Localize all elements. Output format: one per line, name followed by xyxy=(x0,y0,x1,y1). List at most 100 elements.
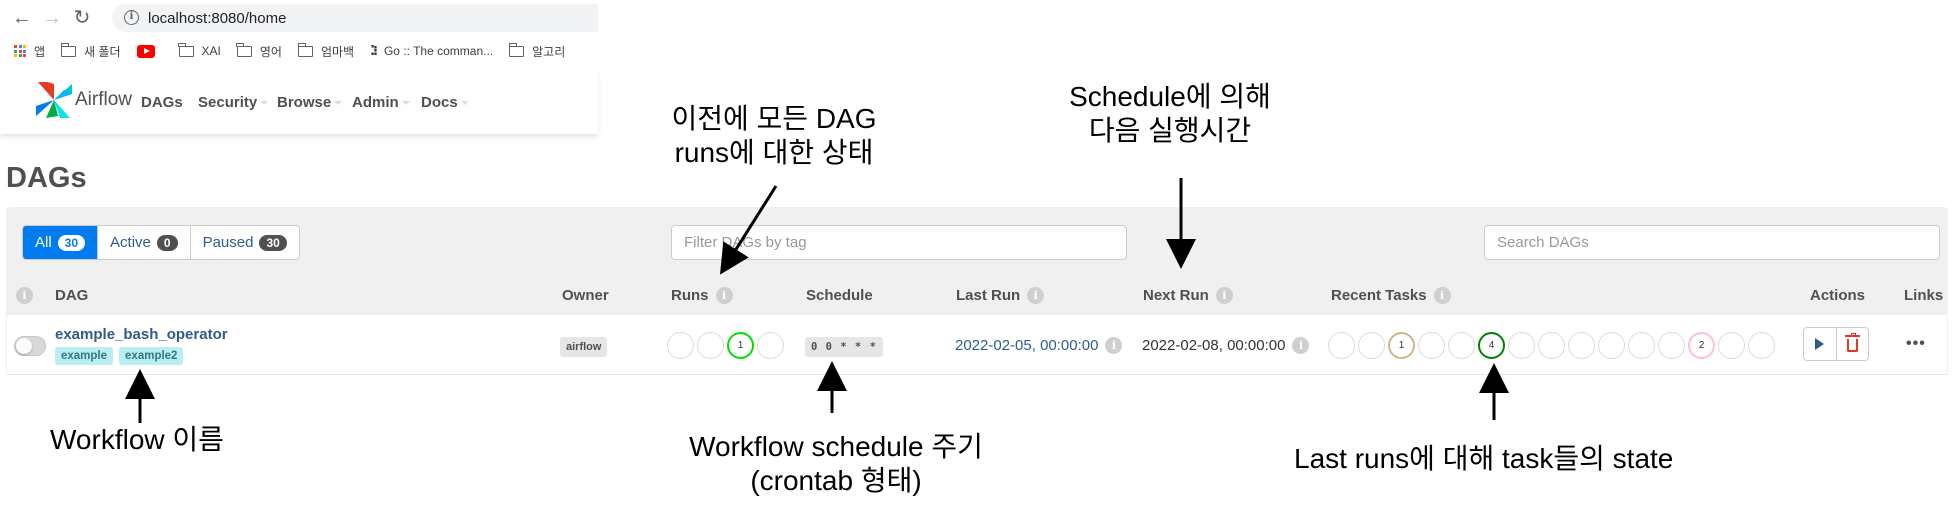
schedule-badge[interactable]: 0 0 * * * xyxy=(805,337,883,357)
search-dags-input[interactable] xyxy=(1484,225,1940,260)
task-state-circle[interactable] xyxy=(1658,332,1685,359)
apps-grid-icon xyxy=(14,45,26,57)
airflow-logo-icon[interactable] xyxy=(34,80,74,120)
dag-id-link[interactable]: example_bash_operator xyxy=(55,326,228,343)
last-run: 2022-02-05, 00:00:00 i xyxy=(955,337,1123,354)
brand-name[interactable]: Airflow xyxy=(75,89,132,111)
nav-label: DAGs xyxy=(141,94,183,111)
bookmark-youtube[interactable] xyxy=(136,44,163,58)
reload-icon[interactable]: ↻ xyxy=(70,6,94,30)
status-filter-all[interactable]: All 30 xyxy=(23,226,99,259)
task-state-circle[interactable] xyxy=(1598,332,1625,359)
task-state-circle[interactable]: 2 xyxy=(1688,332,1715,359)
run-state-circle[interactable] xyxy=(667,332,694,359)
bookmark-new-folder[interactable]: 새 폴더 xyxy=(60,42,121,60)
forward-arrow-icon[interactable]: → xyxy=(40,6,64,30)
bookmarks-bar: 앱 새 폴더 XAI 영어 엄마백 ⁚⁝ Go :: The comman...… xyxy=(0,38,581,64)
task-state-circle[interactable] xyxy=(1628,332,1655,359)
task-state-circle[interactable] xyxy=(1718,332,1745,359)
bookmark-algorithm[interactable]: 알고리 xyxy=(508,42,565,60)
task-state-circle[interactable]: 4 xyxy=(1478,332,1505,359)
select-all-info[interactable]: i xyxy=(16,287,33,304)
nav-docs[interactable]: Docs xyxy=(421,94,469,111)
info-icon[interactable]: i xyxy=(715,287,733,304)
annotation-line: 다음 실행시간 xyxy=(1088,115,1252,146)
annotation-line: runs에 대한 상태 xyxy=(674,137,874,168)
recent-tasks-status: 1 4 2 xyxy=(1328,332,1775,359)
task-state-circle[interactable] xyxy=(1538,332,1565,359)
run-state-circle[interactable]: 1 xyxy=(727,332,754,359)
dag-tag[interactable]: example2 xyxy=(119,347,184,365)
annotation-next-run: Schedule에 의해 다음 실행시간 xyxy=(1050,80,1290,148)
column-label: Last Run xyxy=(956,287,1021,304)
task-state-circle[interactable] xyxy=(1358,332,1385,359)
column-header-owner[interactable]: Owner xyxy=(562,287,609,304)
dag-tags: example example2 xyxy=(55,347,184,365)
info-icon[interactable]: i xyxy=(1215,287,1233,304)
task-state-circle[interactable] xyxy=(1748,332,1775,359)
column-header-dag[interactable]: DAG xyxy=(55,287,88,304)
annotation-line: Schedule에 의해 xyxy=(1069,81,1271,112)
column-header-links: Links xyxy=(1904,287,1943,304)
bookmark-xai[interactable]: XAI xyxy=(178,42,221,58)
status-filter-active[interactable]: Active 0 xyxy=(98,226,191,259)
dag-tag[interactable]: example xyxy=(55,347,114,365)
go-gopher-icon: ⁚⁝ xyxy=(370,43,378,58)
run-state-circle[interactable] xyxy=(757,332,784,359)
info-icon[interactable]: i xyxy=(1027,287,1045,304)
status-filter-paused[interactable]: Paused 30 xyxy=(191,226,299,259)
bookmark-mombag[interactable]: 엄마백 xyxy=(297,42,354,60)
last-run-link[interactable]: 2022-02-05, 00:00:00 xyxy=(955,337,1098,354)
browser-chrome: ← → ↻ i localhost:8080/home 앱 새 폴더 XAI 영… xyxy=(0,0,598,66)
status-filter-label: Active xyxy=(110,234,151,251)
nav-security[interactable]: Security xyxy=(198,94,269,111)
pause-toggle[interactable] xyxy=(14,336,46,356)
task-state-circle[interactable] xyxy=(1328,332,1355,359)
status-filter-group: All 30 Active 0 Paused 30 xyxy=(22,225,300,260)
column-header-next-run: Next Run i xyxy=(1143,287,1233,304)
bookmark-label: 앱 xyxy=(34,44,46,59)
links-more-button[interactable]: ••• xyxy=(1906,335,1926,353)
dag-actions xyxy=(1803,327,1869,361)
column-label: Recent Tasks xyxy=(1331,287,1427,304)
task-state-circle[interactable] xyxy=(1508,332,1535,359)
task-state-circle[interactable] xyxy=(1418,332,1445,359)
annotation-task-states: Last runs에 대해 task들의 state xyxy=(1294,442,1673,476)
folder-icon xyxy=(178,42,194,57)
nav-label: Browse xyxy=(277,94,332,111)
site-info-icon[interactable]: i xyxy=(124,10,139,25)
back-arrow-icon[interactable]: ← xyxy=(10,6,34,30)
nav-admin[interactable]: Admin xyxy=(352,94,410,111)
info-icon[interactable]: i xyxy=(1433,287,1451,304)
column-label: Links xyxy=(1904,287,1944,304)
tag-filter-input[interactable] xyxy=(671,225,1127,260)
bookmark-label: XAI xyxy=(201,44,221,58)
nav-browse[interactable]: Browse xyxy=(277,94,343,111)
task-state-circle[interactable] xyxy=(1448,332,1475,359)
bookmark-go[interactable]: ⁚⁝ Go :: The comman... xyxy=(370,43,493,59)
chevron-down-icon xyxy=(260,101,269,106)
address-bar[interactable]: i localhost:8080/home xyxy=(112,4,598,32)
task-state-circle[interactable]: 1 xyxy=(1388,332,1415,359)
page-title: DAGs xyxy=(6,162,87,194)
bookmark-apps[interactable]: 앱 xyxy=(14,43,45,60)
folder-icon xyxy=(508,42,525,57)
trash-icon xyxy=(1844,333,1860,352)
bookmark-english[interactable]: 영어 xyxy=(236,42,282,60)
info-icon: i xyxy=(16,287,33,304)
status-count-badge: 30 xyxy=(259,234,287,251)
delete-dag-button[interactable] xyxy=(1835,328,1869,360)
run-state-circle[interactable] xyxy=(697,332,724,359)
dag-runs-status: 1 xyxy=(667,332,784,359)
nav-label: Docs xyxy=(421,94,458,111)
info-icon[interactable]: i xyxy=(1292,337,1310,354)
trigger-dag-button[interactable] xyxy=(1804,328,1836,360)
nav-dags[interactable]: DAGs xyxy=(141,94,183,111)
column-header-last-run: Last Run i xyxy=(956,287,1045,304)
status-count-badge: 0 xyxy=(156,234,178,251)
owner-badge[interactable]: airflow xyxy=(560,337,608,357)
task-state-circle[interactable] xyxy=(1568,332,1595,359)
url-text[interactable]: localhost:8080/home xyxy=(148,10,286,27)
info-icon[interactable]: i xyxy=(1105,337,1123,354)
chevron-down-icon xyxy=(401,101,410,106)
